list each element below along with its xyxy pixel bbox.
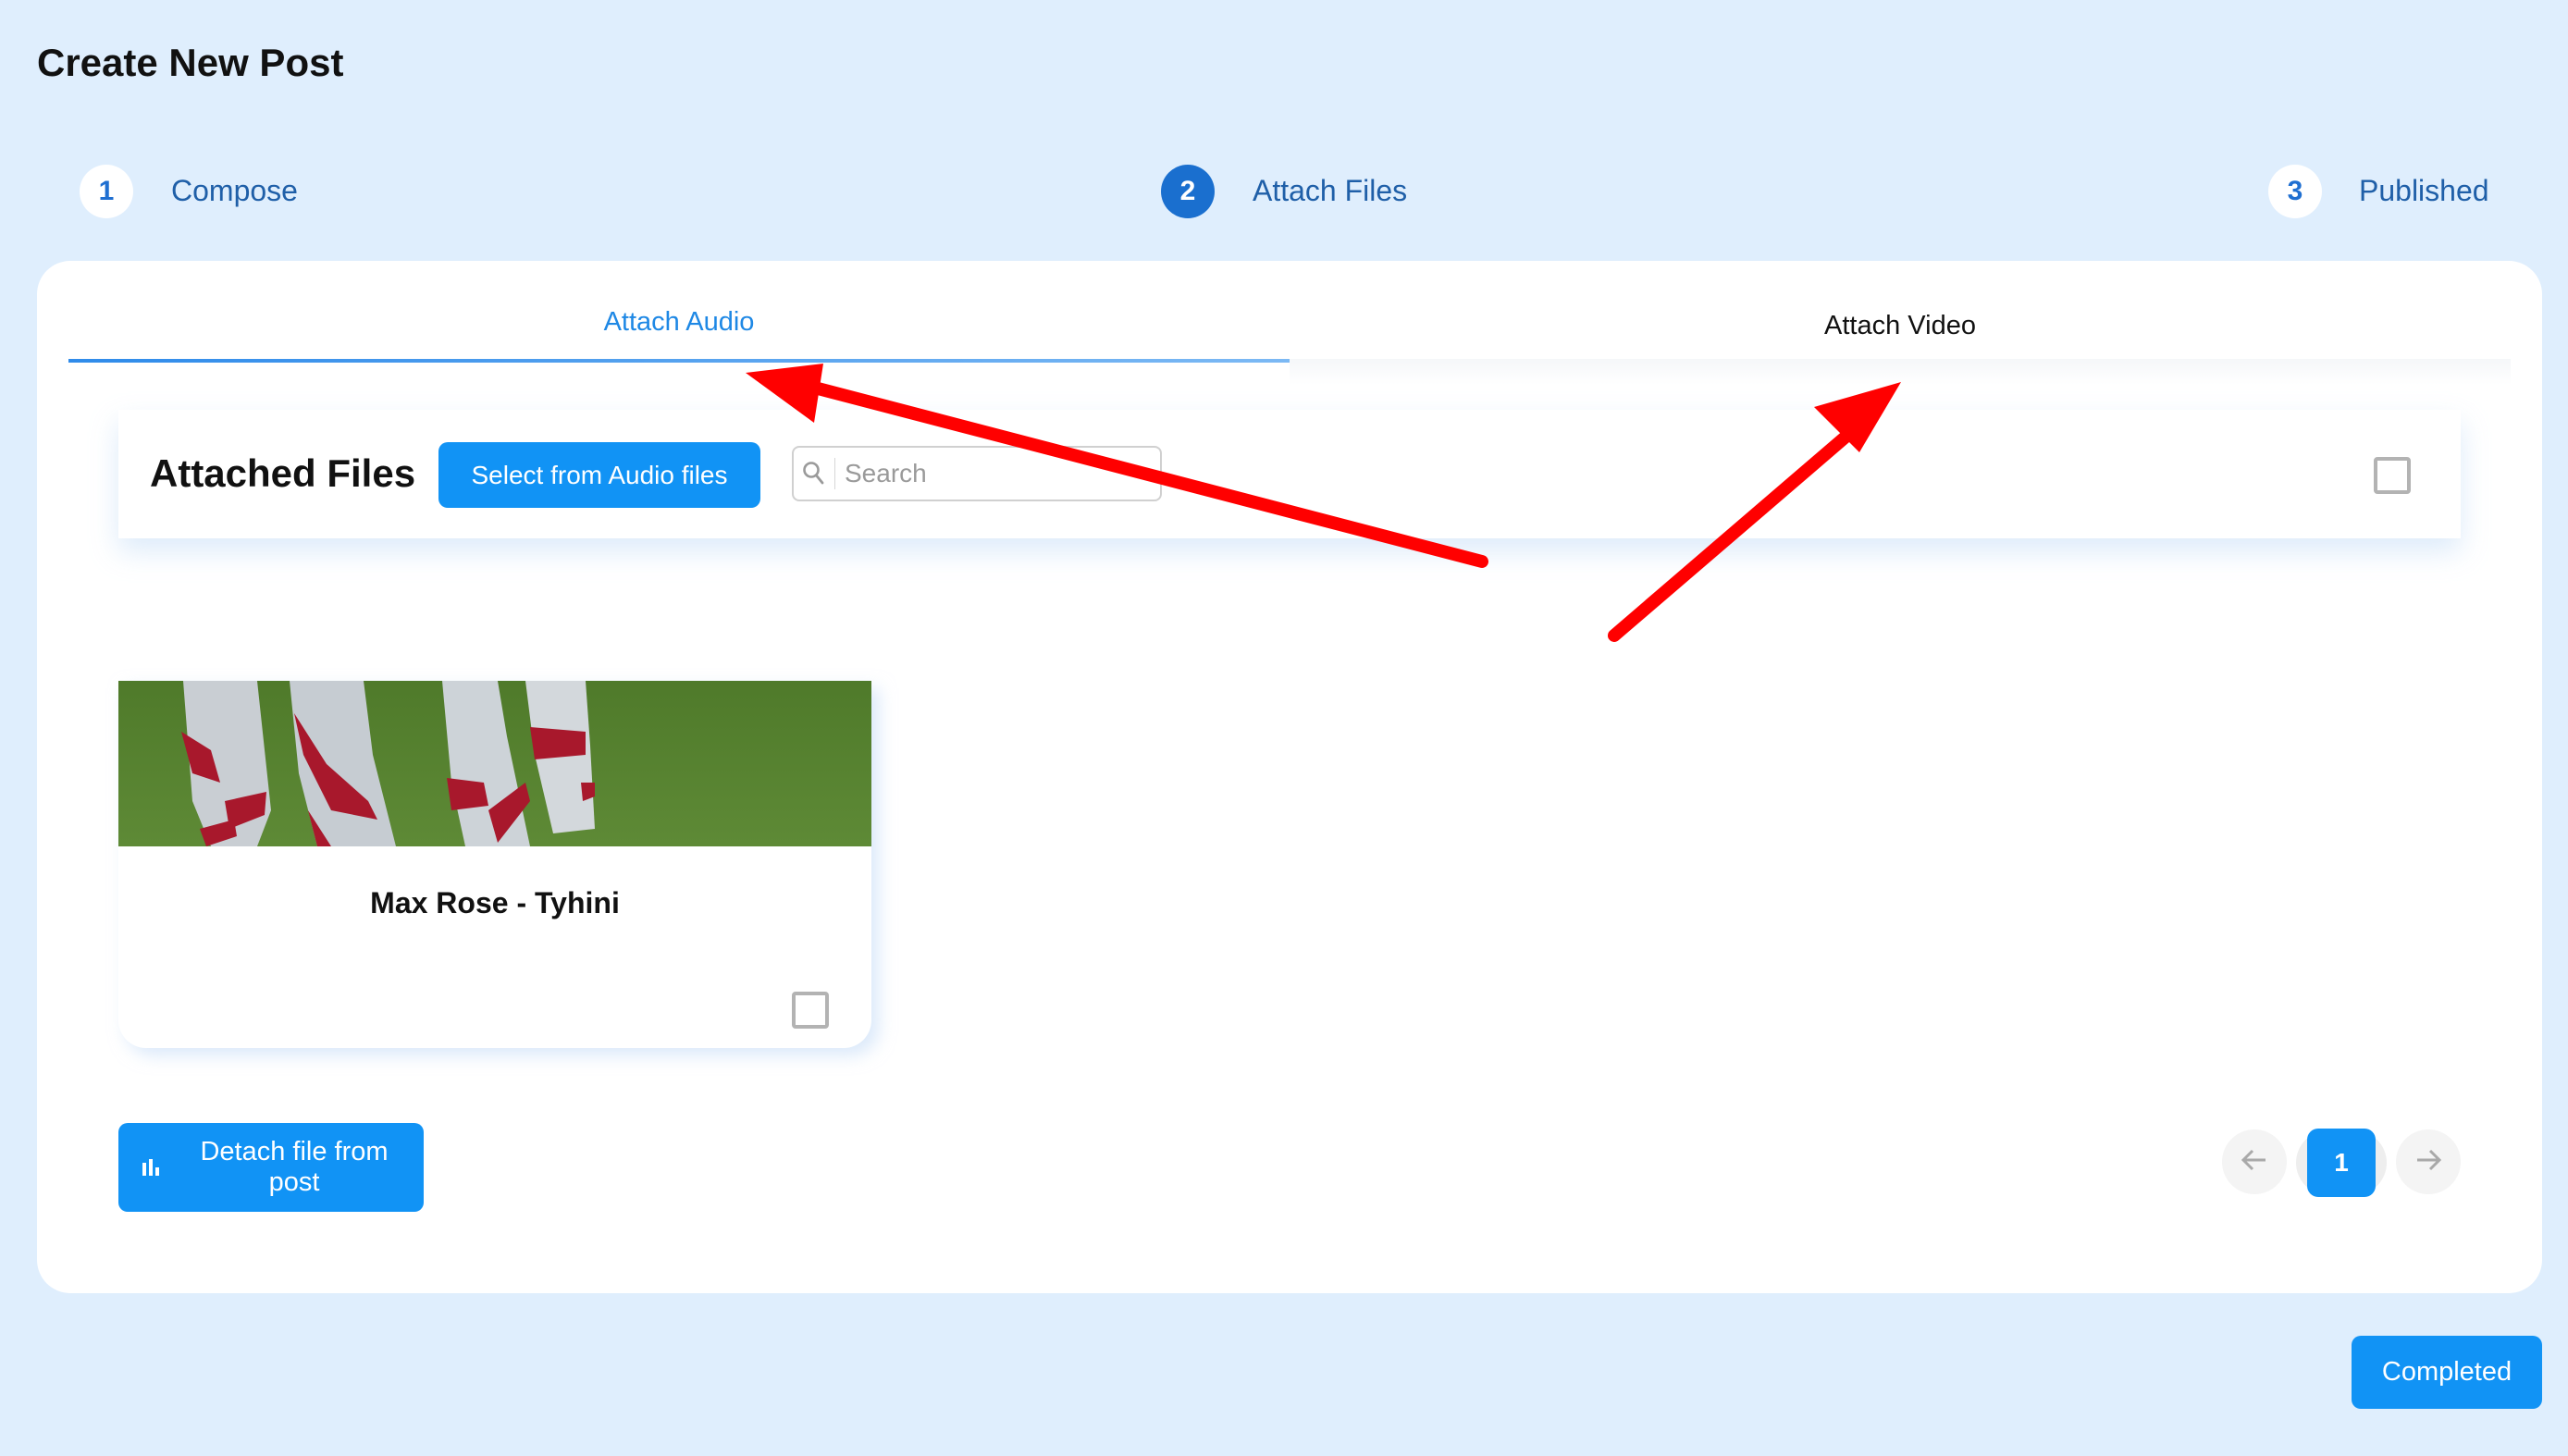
detach-file-label: Detach file from post xyxy=(200,1137,389,1197)
file-thumbnail xyxy=(118,681,871,846)
detach-file-button[interactable]: Detach file from post xyxy=(118,1123,424,1212)
search-field[interactable] xyxy=(792,446,1162,501)
pagination-next-button[interactable] xyxy=(2396,1129,2461,1194)
step-1-label[interactable]: Compose xyxy=(171,174,298,208)
completed-button[interactable]: Completed xyxy=(2352,1336,2542,1409)
tab-attach-audio[interactable]: Attach Audio xyxy=(68,307,1290,338)
select-from-audio-files-button[interactable]: Select from Audio files xyxy=(438,442,760,508)
select-all-checkbox[interactable] xyxy=(2374,457,2411,494)
file-card[interactable]: Max Rose - Tyhini xyxy=(118,681,871,1048)
file-select-checkbox[interactable] xyxy=(792,992,829,1029)
step-2-label[interactable]: Attach Files xyxy=(1253,174,1407,208)
step-1-number[interactable]: 1 xyxy=(80,165,133,218)
page-title: Create New Post xyxy=(37,41,344,84)
tab-attach-video[interactable]: Attach Video xyxy=(1290,311,2511,341)
attached-files-title: Attached Files xyxy=(150,451,416,495)
pagination-page-1[interactable]: 1 xyxy=(2307,1129,2376,1197)
step-3-label[interactable]: Published xyxy=(2359,174,2489,208)
bar-chart-icon xyxy=(118,1157,183,1178)
search-icon xyxy=(794,461,834,487)
tab-divider xyxy=(1290,359,2511,385)
step-2-number[interactable]: 2 xyxy=(1161,165,1215,218)
file-name: Max Rose - Tyhini xyxy=(370,886,620,919)
arrow-left-icon xyxy=(2239,1144,2270,1180)
arrow-right-icon xyxy=(2413,1144,2444,1180)
active-tab-indicator xyxy=(68,359,1290,363)
step-3-number[interactable]: 3 xyxy=(2268,165,2322,218)
pagination-prev-button[interactable] xyxy=(2222,1129,2287,1194)
search-input[interactable] xyxy=(835,459,1141,488)
